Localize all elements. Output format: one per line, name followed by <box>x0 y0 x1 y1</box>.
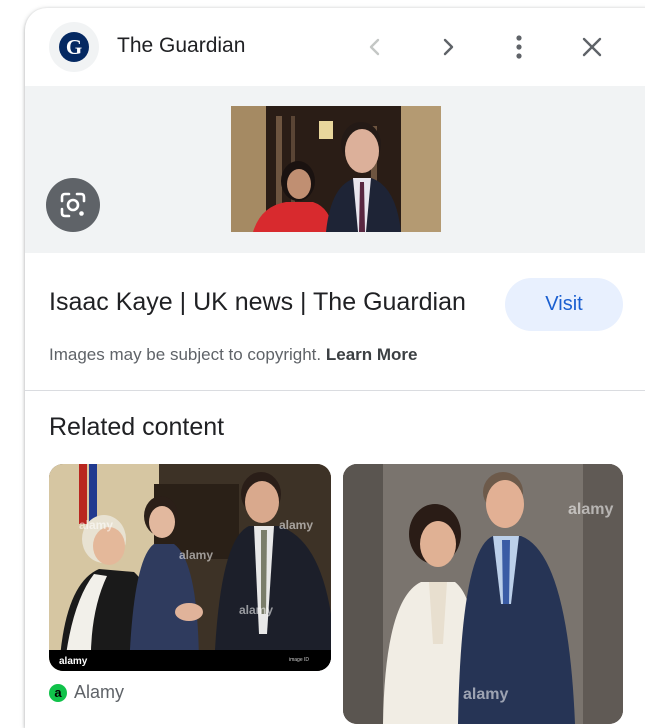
result-title[interactable]: Isaac Kaye | UK news | The Guardian <box>49 288 466 317</box>
site-logo[interactable]: G <box>49 22 99 72</box>
copyright-notice: Images may be subject to copyright. Lear… <box>49 345 418 365</box>
visit-button[interactable]: Visit <box>505 278 623 331</box>
svg-text:alamy: alamy <box>59 656 88 667</box>
svg-text:image ID: image ID <box>289 657 309 663</box>
learn-more-link[interactable]: Learn More <box>326 345 418 364</box>
copyright-text: Images may be subject to copyright. <box>49 345 322 364</box>
image-viewer-panel: G The Guardian Isaac Kaye | UK news | Th… <box>25 8 645 728</box>
preview-image[interactable] <box>231 106 441 232</box>
svg-text:alamy: alamy <box>463 686 508 703</box>
panel-header: G The Guardian <box>25 8 645 86</box>
related-image-card[interactable]: alamy image ID alamy alamy alamy alamy <box>49 464 331 671</box>
more-options-button[interactable] <box>502 30 536 64</box>
source-name: Alamy <box>74 682 125 702</box>
alamy-logo-icon: a <box>49 683 67 702</box>
back-button[interactable] <box>358 30 392 64</box>
close-icon <box>582 37 602 57</box>
section-divider <box>25 390 645 391</box>
lens-search-button[interactable] <box>46 178 100 232</box>
chevron-left-icon <box>369 38 380 56</box>
svg-text:alamy: alamy <box>79 518 113 532</box>
close-button[interactable] <box>575 30 609 64</box>
svg-text:G: G <box>66 35 82 59</box>
site-name[interactable]: The Guardian <box>117 34 245 58</box>
related-source[interactable]: a Alamy <box>49 682 124 703</box>
related-image-card[interactable]: alamy alamy <box>343 464 623 724</box>
more-vert-icon <box>516 35 522 59</box>
svg-text:alamy: alamy <box>179 548 213 562</box>
guardian-logo-icon: G <box>59 32 89 62</box>
svg-text:alamy: alamy <box>279 518 313 532</box>
related-content-heading: Related content <box>49 413 225 441</box>
forward-button[interactable] <box>431 30 465 64</box>
svg-text:alamy: alamy <box>568 501 613 518</box>
image-preview-area <box>25 86 645 253</box>
chevron-right-icon <box>443 38 454 56</box>
google-lens-icon <box>60 192 86 218</box>
svg-text:alamy: alamy <box>239 603 273 617</box>
